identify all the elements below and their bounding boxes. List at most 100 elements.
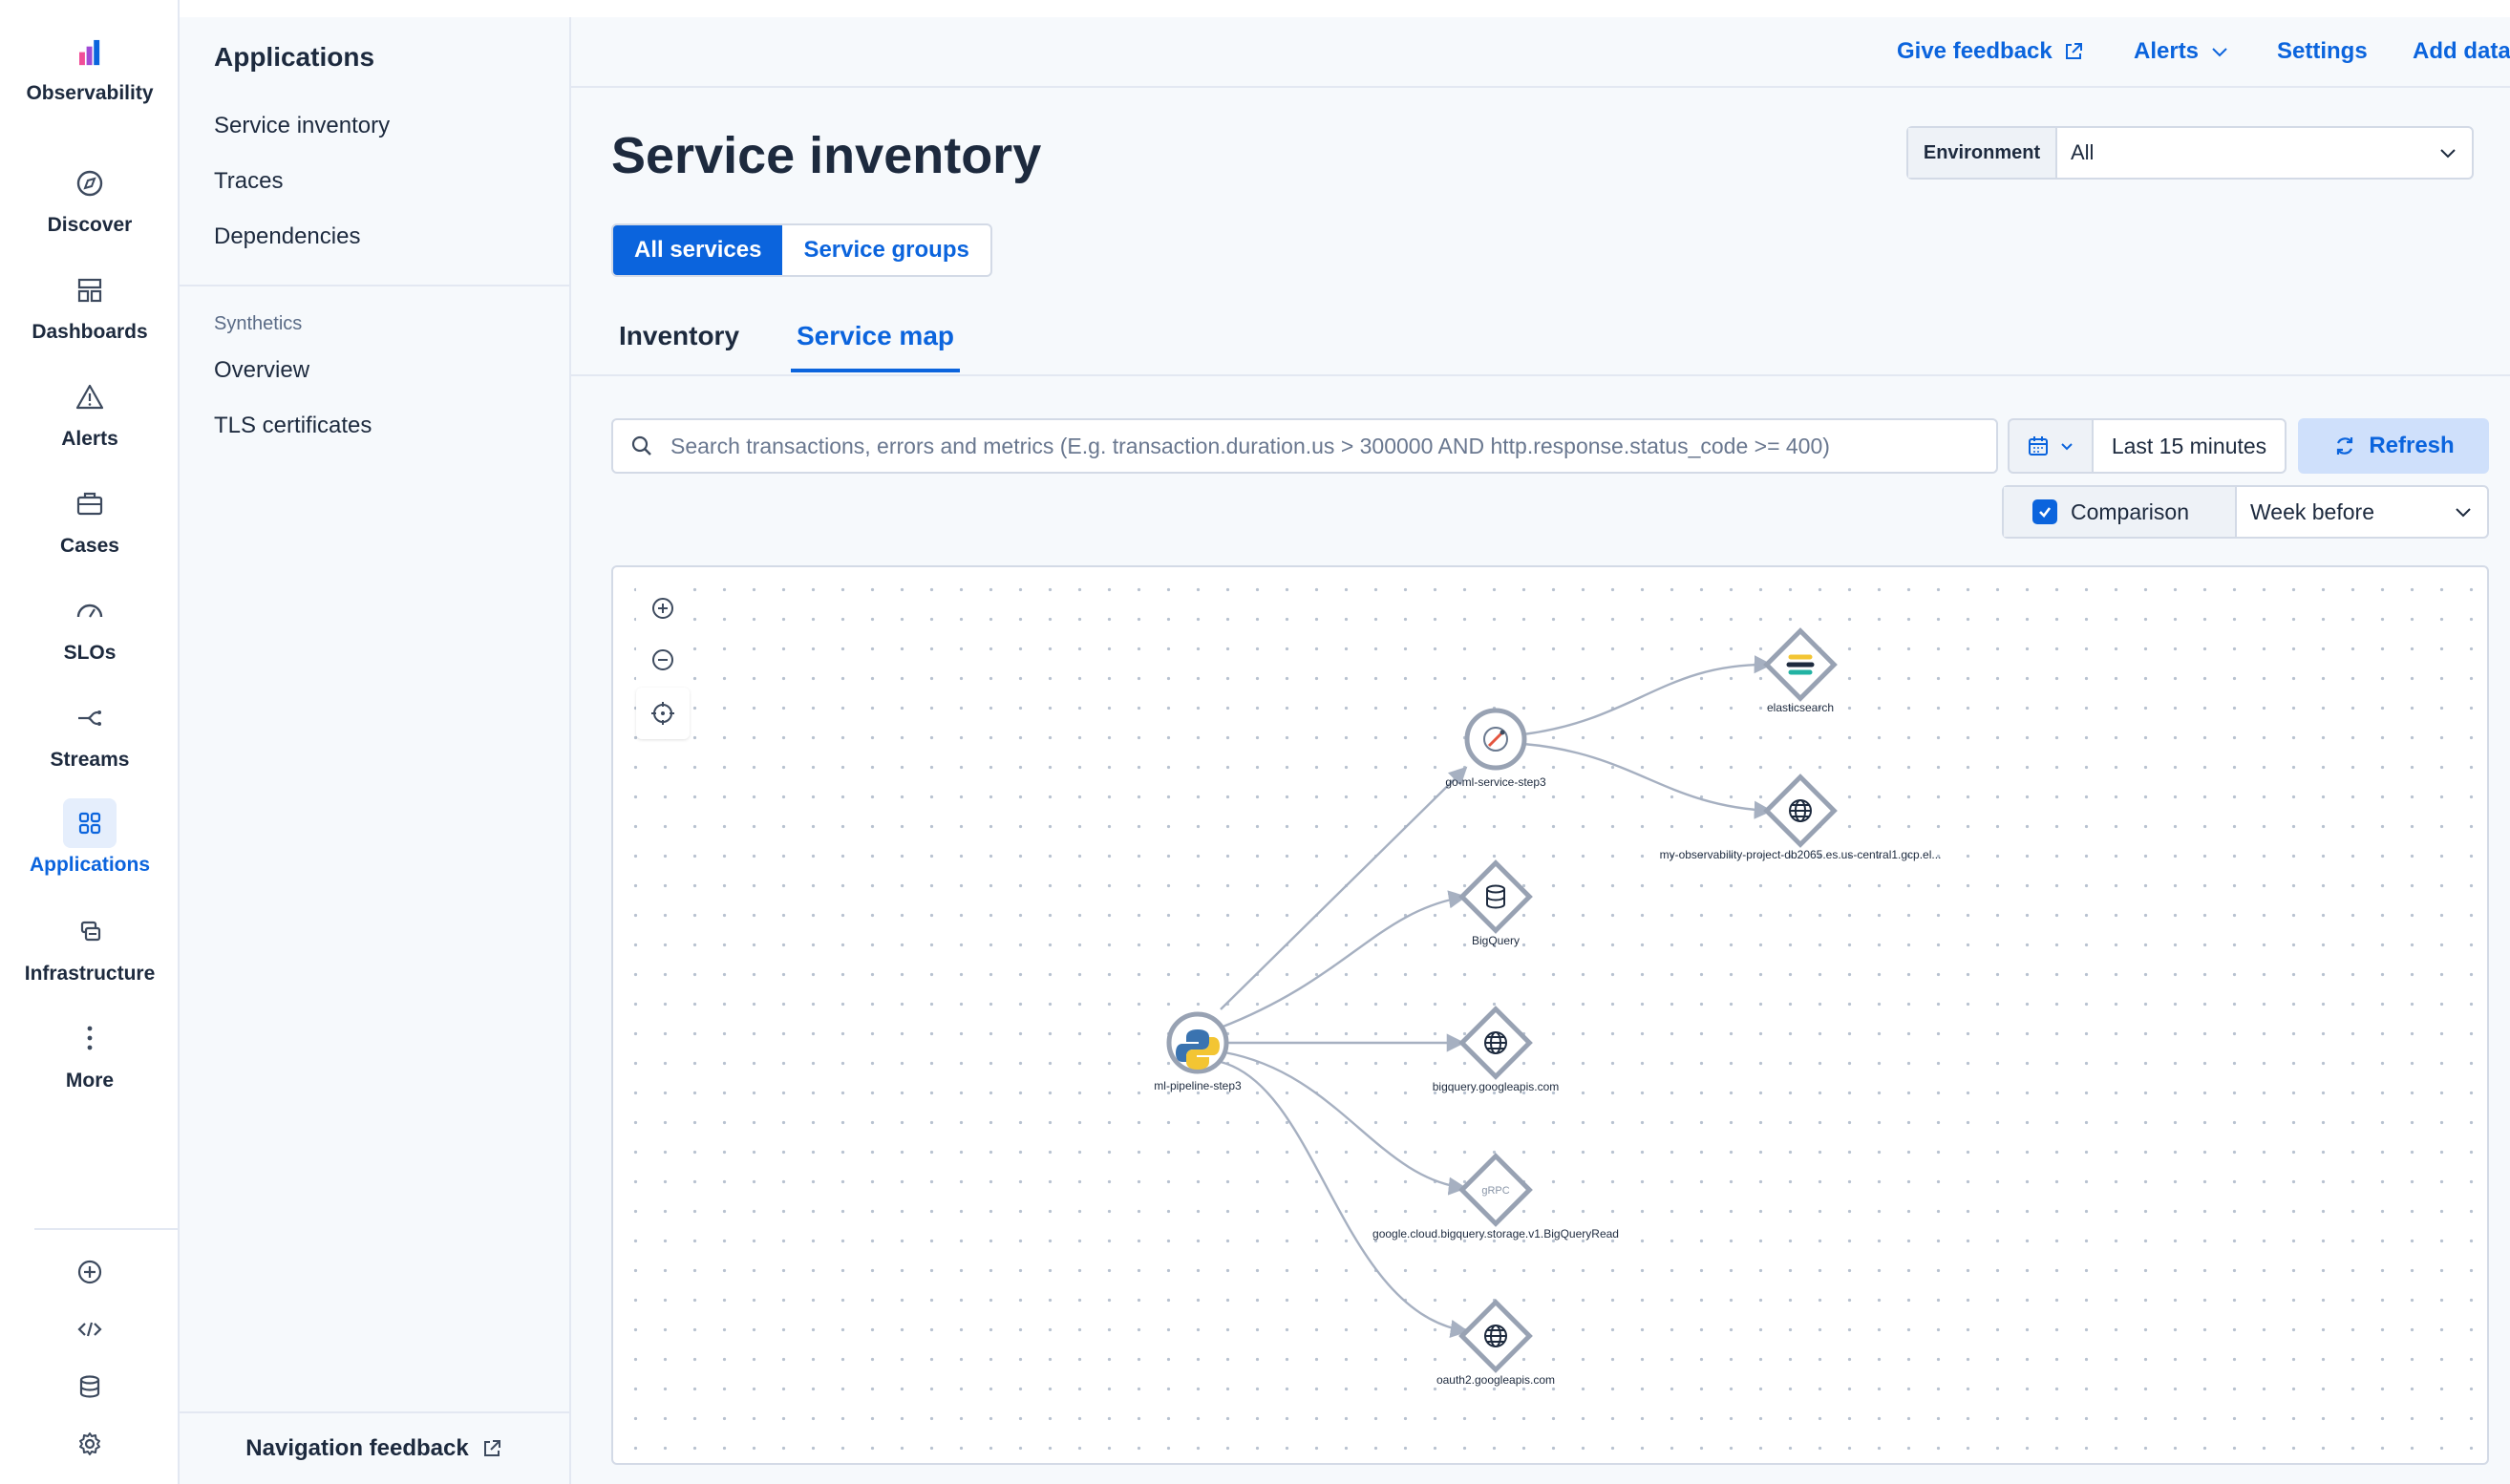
plus-circle-icon [77,1260,102,1284]
rail-item-applications[interactable]: Applications [0,798,180,877]
node-label: BigQuery [1471,934,1521,947]
nav-group-synthetics: Synthetics [214,313,303,334]
rail-brand-label: Observability [26,82,154,104]
environment-value: All [2071,140,2095,164]
node-label: google.cloud.bigquery.storage.v1.BigQuer… [1372,1227,1619,1240]
infrastructure-icon [80,921,101,942]
briefcase-icon [76,492,103,516]
settings-link[interactable]: Settings [2277,38,2368,65]
service-view-toggle: All services Service groups [611,223,992,277]
nav-link-tls-certificates[interactable]: TLS certificates [214,413,372,439]
give-feedback-label: Give feedback [1897,38,2053,64]
refresh-label: Refresh [2369,433,2455,458]
environment-select[interactable]: Environment All [1906,126,2474,180]
rail-item-alerts[interactable]: Alerts [0,372,180,451]
chevron-down-icon [2440,149,2456,159]
main-content: Service inventory Environment All All se… [571,88,2510,1484]
dependency-node-es-project[interactable] [1763,774,1838,848]
primary-rail: Observability Discover Dashboards Alerts… [0,0,180,1484]
secondary-nav-divider [180,285,569,286]
service-node-ml-pipeline-step3[interactable] [1166,1011,1229,1074]
header-bar: Give feedback Alerts Settings Add data [571,17,2510,88]
grid-icon [63,798,117,848]
edge-ml-to-grpc [1223,1050,1467,1196]
search-input[interactable] [670,433,1996,459]
node-label: go-ml-service-step3 [1445,775,1546,789]
grpc-icon: gRPC [1481,1185,1509,1197]
checkmark-icon [2039,507,2052,518]
date-quick-menu-button[interactable] [2008,418,2092,474]
nav-link-dependencies[interactable]: Dependencies [214,223,360,250]
node-label: bigquery.googleapis.com [1432,1080,1560,1093]
dependency-node-oauth2-googleapis[interactable] [1458,1299,1533,1373]
rail-item-label: Discover [47,214,133,236]
rail-item-streams[interactable]: Streams [0,693,180,772]
rail-item-label: Applications [29,854,150,876]
rail-item-label: Cases [60,535,119,557]
edge-ml-to-go [1220,766,1468,1010]
external-link-icon [483,1440,500,1456]
service-map-canvas[interactable]: gRPC ml-pipeline-step3 go-ml-service-ste… [611,565,2489,1465]
comparison-period-select[interactable]: Week before [2237,487,2439,537]
node-label: ml-pipeline-step3 [1154,1079,1242,1092]
service-node-go-ml-service-step3[interactable] [1464,708,1527,771]
nav-link-service-inventory[interactable]: Service inventory [214,113,390,139]
rail-item-label: Alerts [61,428,118,450]
add-button[interactable] [0,1247,180,1297]
refresh-icon [2337,437,2353,455]
rail-item-cases[interactable]: Cases [0,479,180,558]
rail-item-label: SLOs [63,642,117,664]
gear-icon [79,1432,100,1455]
kql-search-bar [611,418,1998,474]
service-groups-button[interactable]: Service groups [782,225,989,275]
tab-service-map[interactable]: Service map [791,321,960,372]
dashboard-icon [77,278,102,303]
settings-button[interactable] [0,1419,180,1469]
calendar-icon [2029,436,2048,456]
dependency-node-bigquery-googleapis[interactable] [1458,1006,1533,1080]
add-data-link[interactable]: Add data [2413,38,2510,65]
rail-item-label: Infrastructure [24,963,156,985]
give-feedback-link[interactable]: Give feedback [1897,38,2085,65]
rail-item-dashboards[interactable]: Dashboards [0,265,180,344]
edge-ml-to-oauth [1220,1060,1469,1338]
navigation-feedback-link[interactable]: Navigation feedback [180,1411,569,1484]
environment-label: Environment [1908,128,2057,178]
rail-item-more[interactable]: More [0,1014,180,1092]
alerts-menu-label: Alerts [2134,38,2200,64]
comparison-toggle[interactable]: Comparison [2004,487,2237,537]
code-icon [77,1322,102,1337]
dependency-node-elasticsearch[interactable] [1763,627,1838,702]
nav-link-traces[interactable]: Traces [214,168,283,195]
dev-tools-button[interactable] [0,1304,180,1354]
dependency-node-bigquery[interactable] [1458,859,1533,934]
compass-icon [76,170,103,197]
tab-inventory[interactable]: Inventory [619,321,739,369]
more-dots-icon [87,1026,93,1050]
rail-item-label: More [65,1070,115,1092]
comparison-checkbox[interactable] [2032,499,2057,524]
nav-link-overview[interactable]: Overview [214,357,309,384]
rail-brand[interactable]: Observability [0,34,180,105]
rail-item-infrastructure[interactable]: Infrastructure [0,907,180,986]
node-label: elasticsearch [1766,701,1835,714]
chevron-down-icon [2456,508,2471,518]
comparison-label: Comparison [2071,498,2189,524]
rail-item-label: Streams [50,749,130,771]
edge-ml-to-bigquery [1220,890,1467,1029]
rail-item-slos[interactable]: SLOs [0,586,180,665]
secondary-nav-title: Applications [214,42,375,72]
service-map-graph: gRPC [1166,627,1838,1373]
warning-icon [75,384,104,410]
refresh-button[interactable]: Refresh [2298,418,2489,474]
database-icon [79,1375,100,1398]
data-management-button[interactable] [0,1362,180,1411]
observability-logo-icon [79,39,100,66]
date-range-display[interactable]: Last 15 minutes [2092,418,2287,474]
dependency-node-bigquery-storage-grpc[interactable]: gRPC [1458,1153,1533,1227]
all-services-button[interactable]: All services [613,225,783,275]
comparison-control: Comparison Week before [2002,485,2489,539]
elasticsearch-icon [1786,654,1815,675]
alerts-menu-button[interactable]: Alerts [2134,38,2231,65]
rail-item-discover[interactable]: Discover [0,159,180,237]
